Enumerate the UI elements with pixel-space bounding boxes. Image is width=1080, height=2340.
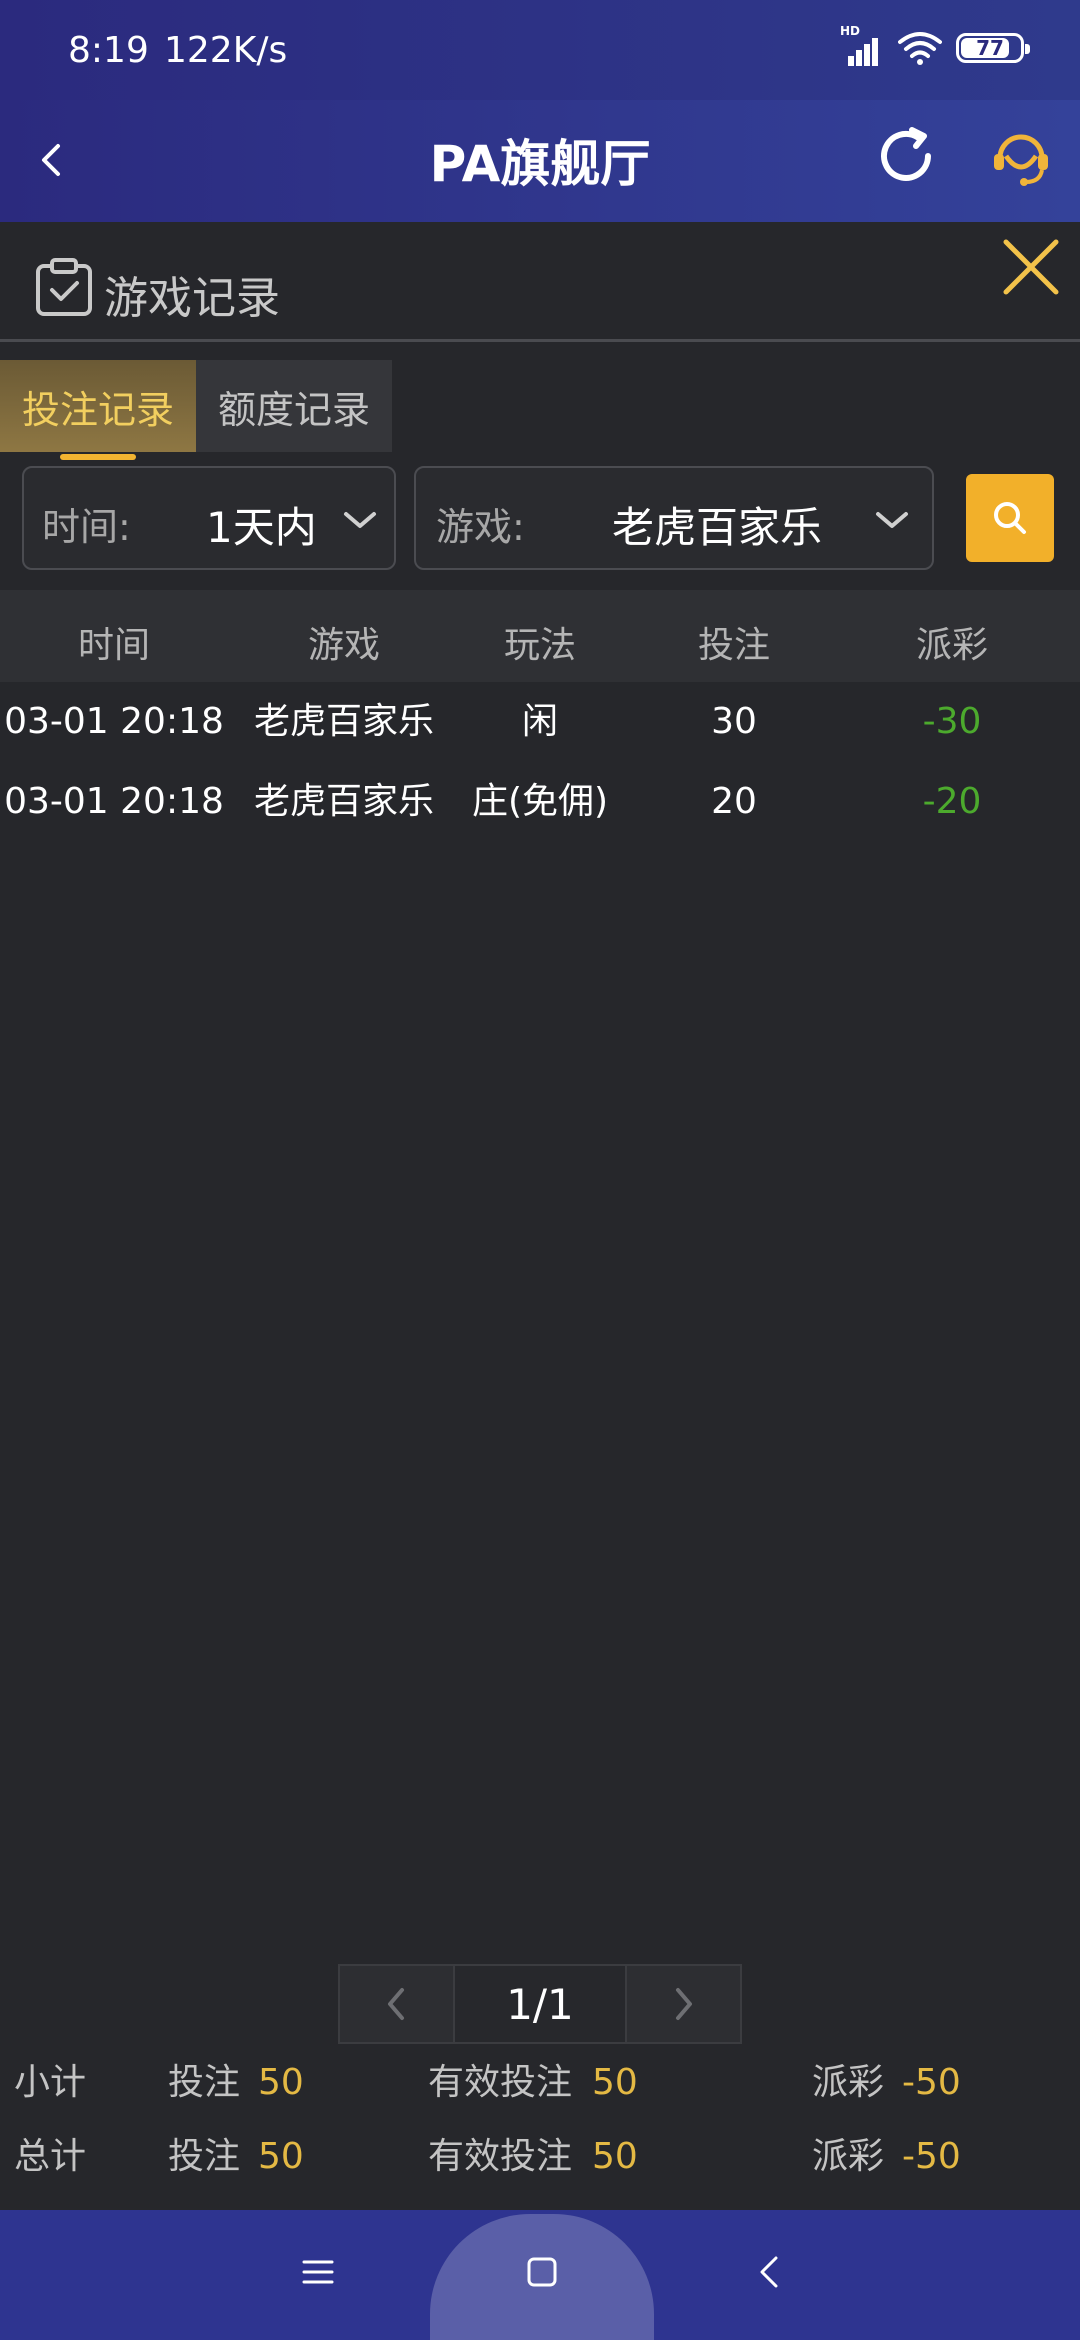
app-header: PA旗舰厅 — [0, 100, 1080, 222]
battery-icon: 77 — [956, 33, 1030, 63]
cell-bet: 20 — [711, 781, 757, 822]
total-payout-label: 派彩 — [812, 2136, 885, 2177]
chevron-down-icon — [876, 512, 908, 528]
close-icon[interactable] — [1002, 238, 1060, 296]
prev-page-button[interactable] — [340, 1966, 454, 2042]
column-header-payout: 派彩 — [915, 625, 988, 666]
record-tabs: 投注记录 额度记录 — [0, 360, 392, 460]
next-page-button[interactable] — [626, 1966, 740, 2042]
tab-label: 额度记录 — [217, 387, 370, 432]
column-header-game: 游戏 — [307, 625, 380, 666]
game-record-header: 游戏记录 — [0, 222, 1080, 342]
total-bet-value: 50 — [258, 2136, 304, 2177]
tab-label: 投注记录 — [21, 387, 174, 432]
search-button[interactable] — [966, 474, 1054, 562]
time-filter-value: 1天内 — [206, 503, 317, 552]
cell-play: 闲 — [521, 701, 558, 742]
wifi-icon — [898, 32, 942, 65]
customer-service-icon[interactable] — [988, 122, 1054, 190]
game-filter-label: 游戏: — [436, 505, 525, 549]
status-network-speed: 122K/s — [164, 30, 288, 71]
status-icons: HD 77 — [840, 24, 1030, 66]
refresh-icon[interactable] — [872, 122, 940, 190]
pagination: 1/1 — [338, 1964, 742, 2044]
total-bet-label: 投注 — [168, 2136, 241, 2177]
chevron-right-icon — [676, 1988, 693, 2020]
game-filter-value: 老虎百家乐 — [612, 503, 823, 552]
tab-bet-records[interactable]: 投注记录 — [0, 360, 196, 460]
time-filter-label: 时间: — [42, 505, 131, 549]
chevron-down-icon — [344, 512, 376, 528]
cell-game: 老虎百家乐 — [253, 781, 434, 822]
page-indicator: 1/1 — [453, 1966, 627, 2042]
subtotal-payout-value: -50 — [902, 2062, 961, 2103]
column-header-play: 玩法 — [503, 625, 576, 666]
time-filter-select[interactable]: 时间: 1天内 — [22, 466, 396, 570]
cell-payout: -20 — [922, 781, 982, 822]
chevron-left-icon — [387, 1988, 404, 2020]
cell-payout: -30 — [922, 701, 982, 742]
subtotal-bet-label: 投注 — [168, 2062, 241, 2103]
cell-time: 03-01 20:18 — [4, 701, 224, 742]
total-payout-value: -50 — [902, 2136, 961, 2177]
table-row[interactable]: 03-01 20:18 老虎百家乐 庄(免佣) 20 -20 — [0, 762, 1080, 842]
back-triangle-icon[interactable] — [752, 2254, 788, 2290]
status-time: 8:19 — [68, 30, 149, 71]
menu-icon[interactable] — [300, 2254, 336, 2290]
battery-level: 77 — [976, 36, 1004, 60]
column-header-bet: 投注 — [697, 625, 770, 666]
tab-credit-records[interactable]: 额度记录 — [196, 360, 392, 452]
total-valid-bet-label: 有效投注 — [428, 2136, 573, 2177]
subtotal-label: 小计 — [14, 2062, 87, 2103]
total-label: 总计 — [14, 2136, 87, 2177]
status-bar: 8:19 122K/s HD 77 — [0, 0, 1080, 100]
column-header-time: 时间 — [77, 625, 150, 666]
system-navigation-bar — [0, 2210, 1080, 2340]
game-filter-select[interactable]: 游戏: 老虎百家乐 — [414, 466, 934, 570]
cell-time: 03-01 20:18 — [4, 781, 224, 822]
cell-bet: 30 — [711, 701, 757, 742]
table-row[interactable]: 03-01 20:18 老虎百家乐 闲 30 -30 — [0, 682, 1080, 762]
subtotal-payout-label: 派彩 — [812, 2062, 885, 2103]
total-row: 总计 投注 50 有效投注 50 派彩 -50 — [0, 2122, 1080, 2192]
total-valid-bet-value: 50 — [592, 2136, 638, 2177]
panel-title: 游戏记录 — [104, 273, 280, 324]
cell-signal-icon: HD — [840, 24, 884, 66]
table-header: 时间 游戏 玩法 投注 派彩 — [0, 590, 1080, 682]
hd-badge: HD — [840, 24, 861, 38]
clipboard-check-icon — [36, 258, 92, 316]
subtotal-bet-value: 50 — [258, 2062, 304, 2103]
subtotal-valid-bet-value: 50 — [592, 2062, 638, 2103]
home-square-icon[interactable] — [524, 2254, 560, 2290]
cell-game: 老虎百家乐 — [253, 701, 434, 742]
search-icon — [994, 502, 1026, 534]
subtotal-valid-bet-label: 有效投注 — [428, 2062, 573, 2103]
cell-play: 庄(免佣) — [471, 781, 609, 822]
tab-active-indicator — [60, 454, 136, 460]
subtotal-row: 小计 投注 50 有效投注 50 派彩 -50 — [0, 2048, 1080, 2118]
